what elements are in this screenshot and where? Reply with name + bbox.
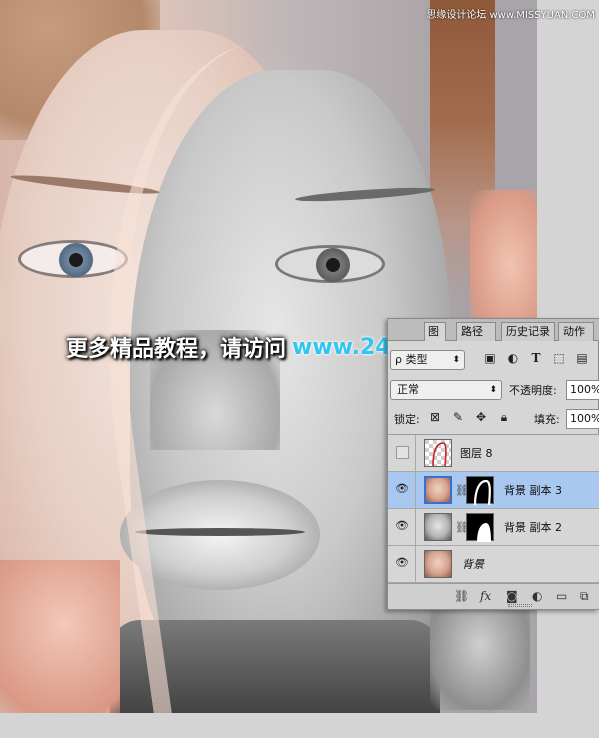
iris-left (59, 243, 93, 277)
image-filter-icon[interactable]: ▣ (483, 351, 497, 365)
opacity-label: 不透明度: (509, 384, 557, 397)
filter-icons: ▣ ◐ T ⬚ ▤ (483, 351, 589, 365)
shape-filter-icon[interactable]: ⬚ (552, 351, 566, 365)
filter-row: ρ 类型 ⬍ ▣ ◐ T ⬚ ▤ (388, 349, 599, 371)
lock-transparent-icon[interactable]: ⊠ (428, 410, 442, 424)
fx-icon[interactable]: fx (480, 589, 491, 603)
layers-list: 图层 8 👁︎ ⛓︎ 背景 副本 3 👁︎ ⛓︎ 背景 副本 2 👁︎ 背景 (388, 434, 599, 583)
layer-thumbnail (424, 439, 452, 467)
updown-arrow-icon: ⬍ (489, 385, 497, 395)
hand-left (0, 560, 120, 713)
banner-text: 更多精品教程，请访问 (66, 337, 287, 362)
filter-kind-label: 类型 (405, 353, 428, 366)
panel-tabs: 图 路径 历史记录 动作 (388, 319, 599, 341)
type-filter-icon[interactable]: T (529, 351, 543, 365)
eye-icon: 👁︎ (395, 556, 409, 569)
lock-brush-icon[interactable]: ✎ (451, 410, 465, 424)
layer-row[interactable]: 👁︎ ⛓︎ 背景 副本 2 (388, 509, 599, 546)
smartobject-filter-icon[interactable]: ▤ (575, 351, 589, 365)
tab-actions[interactable]: 动作 (558, 322, 594, 341)
fill-label: 填充: (534, 413, 560, 426)
layer-name[interactable]: 背景 副本 3 (504, 482, 562, 498)
updown-arrow-icon: ⬍ (452, 355, 460, 365)
eye-icon: 👁︎ (395, 482, 409, 495)
layers-panel: 图 路径 历史记录 动作 ρ 类型 ⬍ ▣ ◐ T ⬚ ▤ 正常 ⬍ 不透明度:… (387, 318, 599, 610)
eye-icon: 👁︎ (395, 519, 409, 532)
layer-thumbnail (424, 513, 452, 541)
layer-mask-thumbnail[interactable] (466, 476, 494, 506)
visibility-toggle[interactable]: 👁︎ (388, 546, 416, 582)
resize-grip[interactable] (508, 604, 532, 607)
link-icon[interactable]: ⛓︎ (454, 589, 469, 603)
lock-all-icon[interactable]: 🔒︎ (497, 410, 511, 424)
mask-shape-icon (477, 523, 491, 542)
layer-thumbnail (424, 550, 452, 578)
panel-bottom-bar: ⛓︎ fx ◙ ◐ ▭ ⧉ (388, 583, 599, 609)
lock-label: 锁定: (394, 413, 420, 426)
blend-row: 正常 ⬍ 不透明度: 100% (388, 379, 599, 401)
visibility-off-box (396, 446, 409, 459)
site-watermark: 思缘设计论坛 www.MISSYUAN.COM (426, 10, 595, 21)
mask-icon[interactable]: ◙ (506, 589, 518, 603)
layer-row[interactable]: 👁︎ 背景 (388, 546, 599, 583)
blend-mode-select[interactable]: 正常 ⬍ (390, 380, 502, 400)
layer-filter-select[interactable]: ρ 类型 ⬍ (390, 350, 465, 370)
lock-row: 锁定: ⊠ ✎ ✥ 🔒︎ 填充: 100% (388, 408, 599, 430)
adjustment-filter-icon[interactable]: ◐ (506, 351, 520, 365)
mask-shape-icon (473, 479, 491, 506)
layer-name[interactable]: 背景 (462, 556, 484, 572)
lock-position-icon[interactable]: ✥ (474, 410, 488, 424)
opacity-input[interactable]: 100% (566, 380, 599, 400)
fill-input[interactable]: 100% (566, 409, 599, 429)
search-icon: ρ (395, 353, 402, 366)
tab-layers[interactable]: 图 (424, 322, 446, 341)
visibility-toggle[interactable] (388, 435, 416, 471)
folder-icon[interactable]: ▭ (556, 589, 567, 603)
visibility-toggle[interactable]: 👁︎ (388, 509, 416, 545)
layer-name[interactable]: 图层 8 (460, 445, 493, 461)
red-stroke-outline-icon (432, 442, 447, 467)
layer-row[interactable]: 图层 8 (388, 435, 599, 472)
tab-history[interactable]: 历史记录 (501, 322, 555, 341)
layer-name[interactable]: 背景 副本 2 (504, 519, 562, 535)
photoshop-workspace: 思缘设计论坛 www.MISSYUAN.COM 更多精品教程，请访问 www.2… (0, 0, 599, 738)
blend-mode-value: 正常 (397, 383, 419, 396)
visibility-toggle[interactable]: 👁︎ (388, 472, 416, 508)
layer-row[interactable]: 👁︎ ⛓︎ 背景 副本 3 (388, 472, 599, 509)
new-layer-icon[interactable]: ⧉ (580, 589, 589, 604)
adjustment-icon[interactable]: ◐ (532, 589, 542, 603)
lock-icons: ⊠ ✎ ✥ 🔒︎ (428, 410, 511, 424)
layer-mask-thumbnail[interactable] (466, 513, 494, 542)
tab-paths[interactable]: 路径 (456, 322, 496, 341)
eye-left (18, 240, 128, 278)
layer-thumbnail (424, 476, 452, 504)
